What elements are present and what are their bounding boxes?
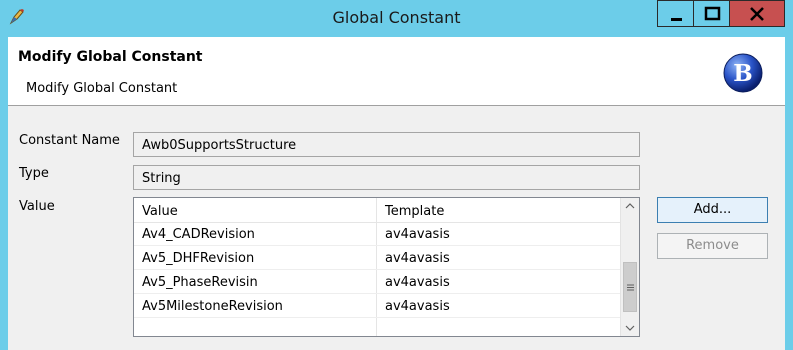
header-title: Modify Global Constant [18, 49, 203, 65]
scroll-up-button[interactable] [621, 198, 639, 215]
constant-name-label: Constant Name [19, 133, 120, 148]
row-value: Av4_CADRevision [142, 227, 255, 242]
logo-letter: B [733, 60, 752, 87]
minimize-button[interactable] [657, 0, 694, 27]
constant-name-field[interactable]: Awb0SupportsStructure [133, 132, 640, 157]
row-value: Av5_PhaseRevisin [142, 275, 258, 290]
table-row[interactable]: Av5_DHFRevision av4avasis [134, 246, 620, 270]
row-template: av4avasis [385, 275, 450, 290]
close-button[interactable] [730, 0, 785, 27]
column-header-value[interactable]: Value [142, 204, 178, 219]
scrollbar-thumb[interactable] [623, 262, 637, 312]
row-template: av4avasis [385, 251, 450, 266]
scroll-down-button[interactable] [621, 319, 639, 336]
b-logo-icon: B [719, 48, 767, 96]
table-row[interactable]: Av4_CADRevision av4avasis [134, 222, 620, 246]
dialog-header: Modify Global Constant Modify Global Con… [8, 37, 785, 106]
remove-button[interactable]: Remove [657, 233, 768, 259]
chevron-up-icon [621, 203, 639, 219]
table-row[interactable]: Av5_PhaseRevisin av4avasis [134, 270, 620, 294]
value-label: Value [19, 199, 55, 214]
row-template: av4avasis [385, 227, 450, 242]
title-bar[interactable]: Global Constant [0, 0, 793, 37]
table-row[interactable]: Av5MilestoneRevision av4avasis [134, 294, 620, 318]
type-label: Type [19, 166, 49, 181]
add-button[interactable]: Add... [657, 197, 768, 223]
type-field[interactable]: String [133, 165, 640, 190]
table-header: Value Template [134, 198, 620, 223]
value-table[interactable]: Value Template Av4_CADRevision av4avasis… [133, 197, 640, 337]
column-header-template[interactable]: Template [385, 204, 444, 219]
row-value: Av5_DHFRevision [142, 251, 255, 266]
chevron-down-icon [621, 325, 639, 336]
maximize-button[interactable] [693, 0, 730, 27]
header-description: Modify Global Constant [26, 81, 178, 96]
row-value: Av5MilestoneRevision [142, 299, 283, 314]
dialog-body: Modify Global Constant Modify Global Con… [8, 37, 785, 350]
vertical-scrollbar[interactable] [620, 198, 639, 336]
row-template: av4avasis [385, 299, 450, 314]
